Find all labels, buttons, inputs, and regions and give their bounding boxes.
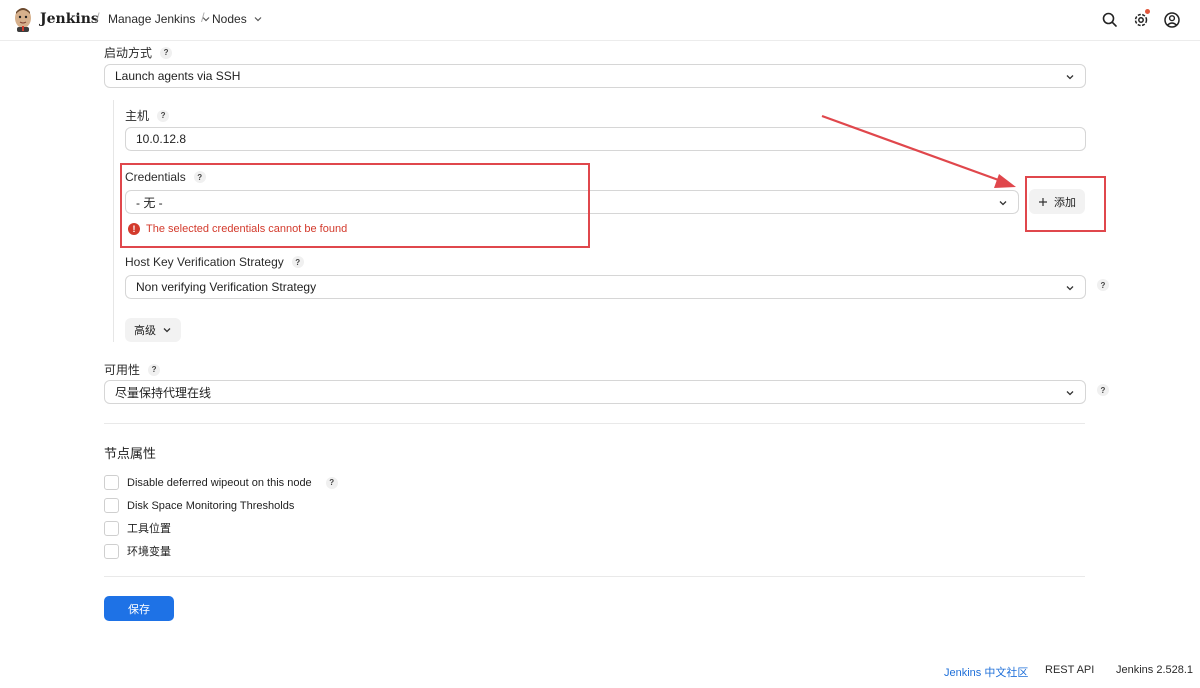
availability-label: 可用性 ? xyxy=(104,361,161,378)
help-icon[interactable]: ? xyxy=(291,256,304,268)
jenkins-logo[interactable] xyxy=(12,6,34,32)
checkbox-label: 环境变量 xyxy=(127,546,171,558)
help-icon[interactable]: ? xyxy=(148,363,161,376)
checkbox-disable-deferred-wipeout[interactable]: Disable deferred wipeout on this node ? xyxy=(104,475,338,490)
host-label: 主机 ? xyxy=(125,107,170,124)
user-icon[interactable] xyxy=(1163,11,1181,29)
footer-version[interactable]: Jenkins 2.528.1 xyxy=(1116,664,1193,676)
launch-method-label: 启动方式 ? xyxy=(104,44,173,61)
footer-community-link[interactable]: Jenkins 中文社区 xyxy=(944,664,1028,680)
breadcrumb-separator: / xyxy=(96,10,100,25)
launch-method-select[interactable]: Launch agents via SSH xyxy=(104,64,1086,88)
advanced-button-label: 高级 xyxy=(134,325,156,337)
nested-indent-line xyxy=(113,100,114,342)
host-key-value: Non verifying Verification Strategy xyxy=(136,280,317,294)
chevron-down-icon xyxy=(999,201,1007,206)
launch-method-value: Launch agents via SSH xyxy=(115,69,241,83)
breadcrumb-separator: / xyxy=(201,10,205,25)
checkbox-label: 工具位置 xyxy=(127,523,171,535)
checkbox[interactable] xyxy=(104,475,119,490)
checkbox[interactable] xyxy=(104,520,119,536)
checkbox-label: Disk Space Monitoring Thresholds xyxy=(127,499,295,512)
host-key-select[interactable]: Non verifying Verification Strategy xyxy=(125,275,1086,299)
host-label-text: 主机 xyxy=(125,109,150,123)
footer-rest-api-link[interactable]: REST API xyxy=(1045,664,1094,676)
brand-title[interactable]: Jenkins xyxy=(40,11,99,27)
breadcrumb-label: Manage Jenkins xyxy=(108,12,196,26)
breadcrumb-label: Nodes xyxy=(212,12,247,26)
chevron-down-icon xyxy=(163,328,171,333)
host-input[interactable]: 10.0.12.8 xyxy=(125,127,1086,151)
save-button[interactable]: 保存 xyxy=(104,596,174,621)
help-icon[interactable]: ? xyxy=(1097,384,1109,396)
chevron-down-icon[interactable] xyxy=(253,14,263,24)
search-icon[interactable] xyxy=(1101,11,1119,29)
checkbox[interactable] xyxy=(104,543,119,559)
checkbox-tool-locations[interactable]: 工具位置 xyxy=(104,520,171,536)
node-properties-title: 节点属性 xyxy=(104,446,157,461)
breadcrumb-manage-jenkins[interactable]: Manage Jenkins xyxy=(108,12,211,26)
host-value: 10.0.12.8 xyxy=(136,132,187,146)
availability-select[interactable]: 尽量保持代理在线 xyxy=(104,380,1086,404)
help-icon[interactable]: ? xyxy=(157,109,170,122)
chevron-down-icon xyxy=(1066,75,1074,80)
help-icon[interactable]: ? xyxy=(160,46,173,59)
help-icon[interactable]: ? xyxy=(1097,279,1109,291)
notification-dot xyxy=(1145,9,1150,14)
availability-label-text: 可用性 xyxy=(104,363,141,377)
help-icon[interactable]: ? xyxy=(325,476,338,489)
availability-value: 尽量保持代理在线 xyxy=(115,385,212,400)
chevron-down-icon xyxy=(1066,391,1074,396)
checkbox-label: Disable deferred wipeout on this node xyxy=(127,476,312,489)
host-key-label-text: Host Key Verification Strategy xyxy=(125,255,284,269)
annotation-highlight-add-button xyxy=(1025,176,1106,232)
host-key-label: Host Key Verification Strategy ? xyxy=(125,255,304,269)
section-divider xyxy=(104,423,1085,424)
checkbox-disk-space-monitoring[interactable]: Disk Space Monitoring Thresholds xyxy=(104,498,294,513)
annotation-arrow xyxy=(821,114,1016,188)
breadcrumb-nodes[interactable]: Nodes xyxy=(212,12,263,26)
annotation-highlight-credentials xyxy=(120,163,590,248)
top-header: Jenkins / Manage Jenkins / Nodes xyxy=(0,0,1200,41)
chevron-down-icon xyxy=(1066,286,1074,291)
launch-method-label-text: 启动方式 xyxy=(104,46,153,60)
checkbox-environment-variables[interactable]: 环境变量 xyxy=(104,543,171,559)
checkbox[interactable] xyxy=(104,498,119,513)
section-divider xyxy=(104,576,1085,577)
advanced-button[interactable]: 高级 xyxy=(125,318,181,342)
